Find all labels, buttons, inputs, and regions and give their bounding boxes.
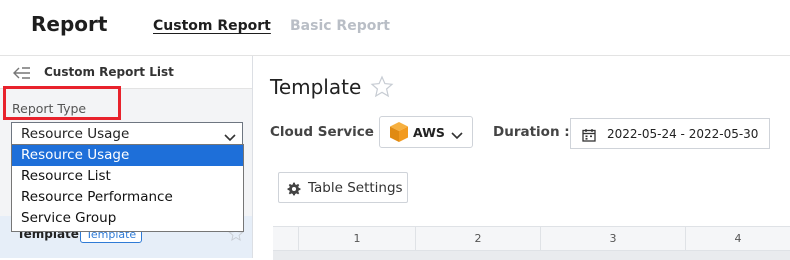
duration-value: 2022-05-24 - 2022-05-30 xyxy=(607,127,759,141)
option-resource-performance[interactable]: Resource Performance xyxy=(12,187,243,208)
option-service-group[interactable]: Service Group xyxy=(12,208,243,229)
top-bar: Report Custom Report Basic Report xyxy=(0,0,790,56)
grid-column-header[interactable]: 4 xyxy=(686,227,790,250)
tab-custom-report[interactable]: Custom Report xyxy=(153,18,271,34)
tab-basic-report[interactable]: Basic Report xyxy=(290,18,390,34)
option-resource-list[interactable]: Resource List xyxy=(12,166,243,187)
gear-icon xyxy=(287,181,301,200)
page-title: Template xyxy=(270,75,362,99)
cloud-service-value: AWS xyxy=(413,125,445,140)
chevron-down-icon xyxy=(451,126,463,145)
back-to-list-button[interactable]: Custom Report List xyxy=(0,56,252,89)
option-resource-usage[interactable]: Resource Usage xyxy=(12,145,243,166)
aws-cube-icon xyxy=(388,121,410,147)
report-type-dropdown: Resource Usage Resource List Resource Pe… xyxy=(11,144,244,232)
report-type-highlight-box xyxy=(3,86,121,120)
duration-label: Duration : xyxy=(493,124,570,140)
cloud-service-select[interactable]: AWS xyxy=(379,116,473,148)
report-type-select[interactable]: Resource Usage xyxy=(11,122,243,146)
app-title: Report xyxy=(31,12,108,36)
report-type-value: Resource Usage xyxy=(21,126,130,142)
star-icon[interactable] xyxy=(370,75,394,103)
duration-picker[interactable]: 2022-05-24 - 2022-05-30 xyxy=(570,118,770,149)
grid-column-header[interactable]: 3 xyxy=(541,227,686,250)
grid-column-header[interactable]: 2 xyxy=(416,227,541,250)
grid-row xyxy=(273,250,790,260)
back-label: Custom Report List xyxy=(44,65,174,79)
table-settings-button[interactable]: Table Settings xyxy=(278,172,408,203)
table-settings-label: Table Settings xyxy=(308,180,403,196)
sidebar: Custom Report List Report Type Resource … xyxy=(0,56,253,258)
grid-corner-cell xyxy=(273,227,299,250)
grid-header: 1 2 3 4 xyxy=(273,226,790,260)
calendar-icon xyxy=(582,127,596,146)
grid-column-header[interactable]: 1 xyxy=(299,227,416,250)
main-panel: Template Cloud Service : AWS Duration : xyxy=(253,56,790,260)
back-arrow-icon xyxy=(13,65,31,84)
cloud-service-label: Cloud Service : xyxy=(270,124,385,140)
